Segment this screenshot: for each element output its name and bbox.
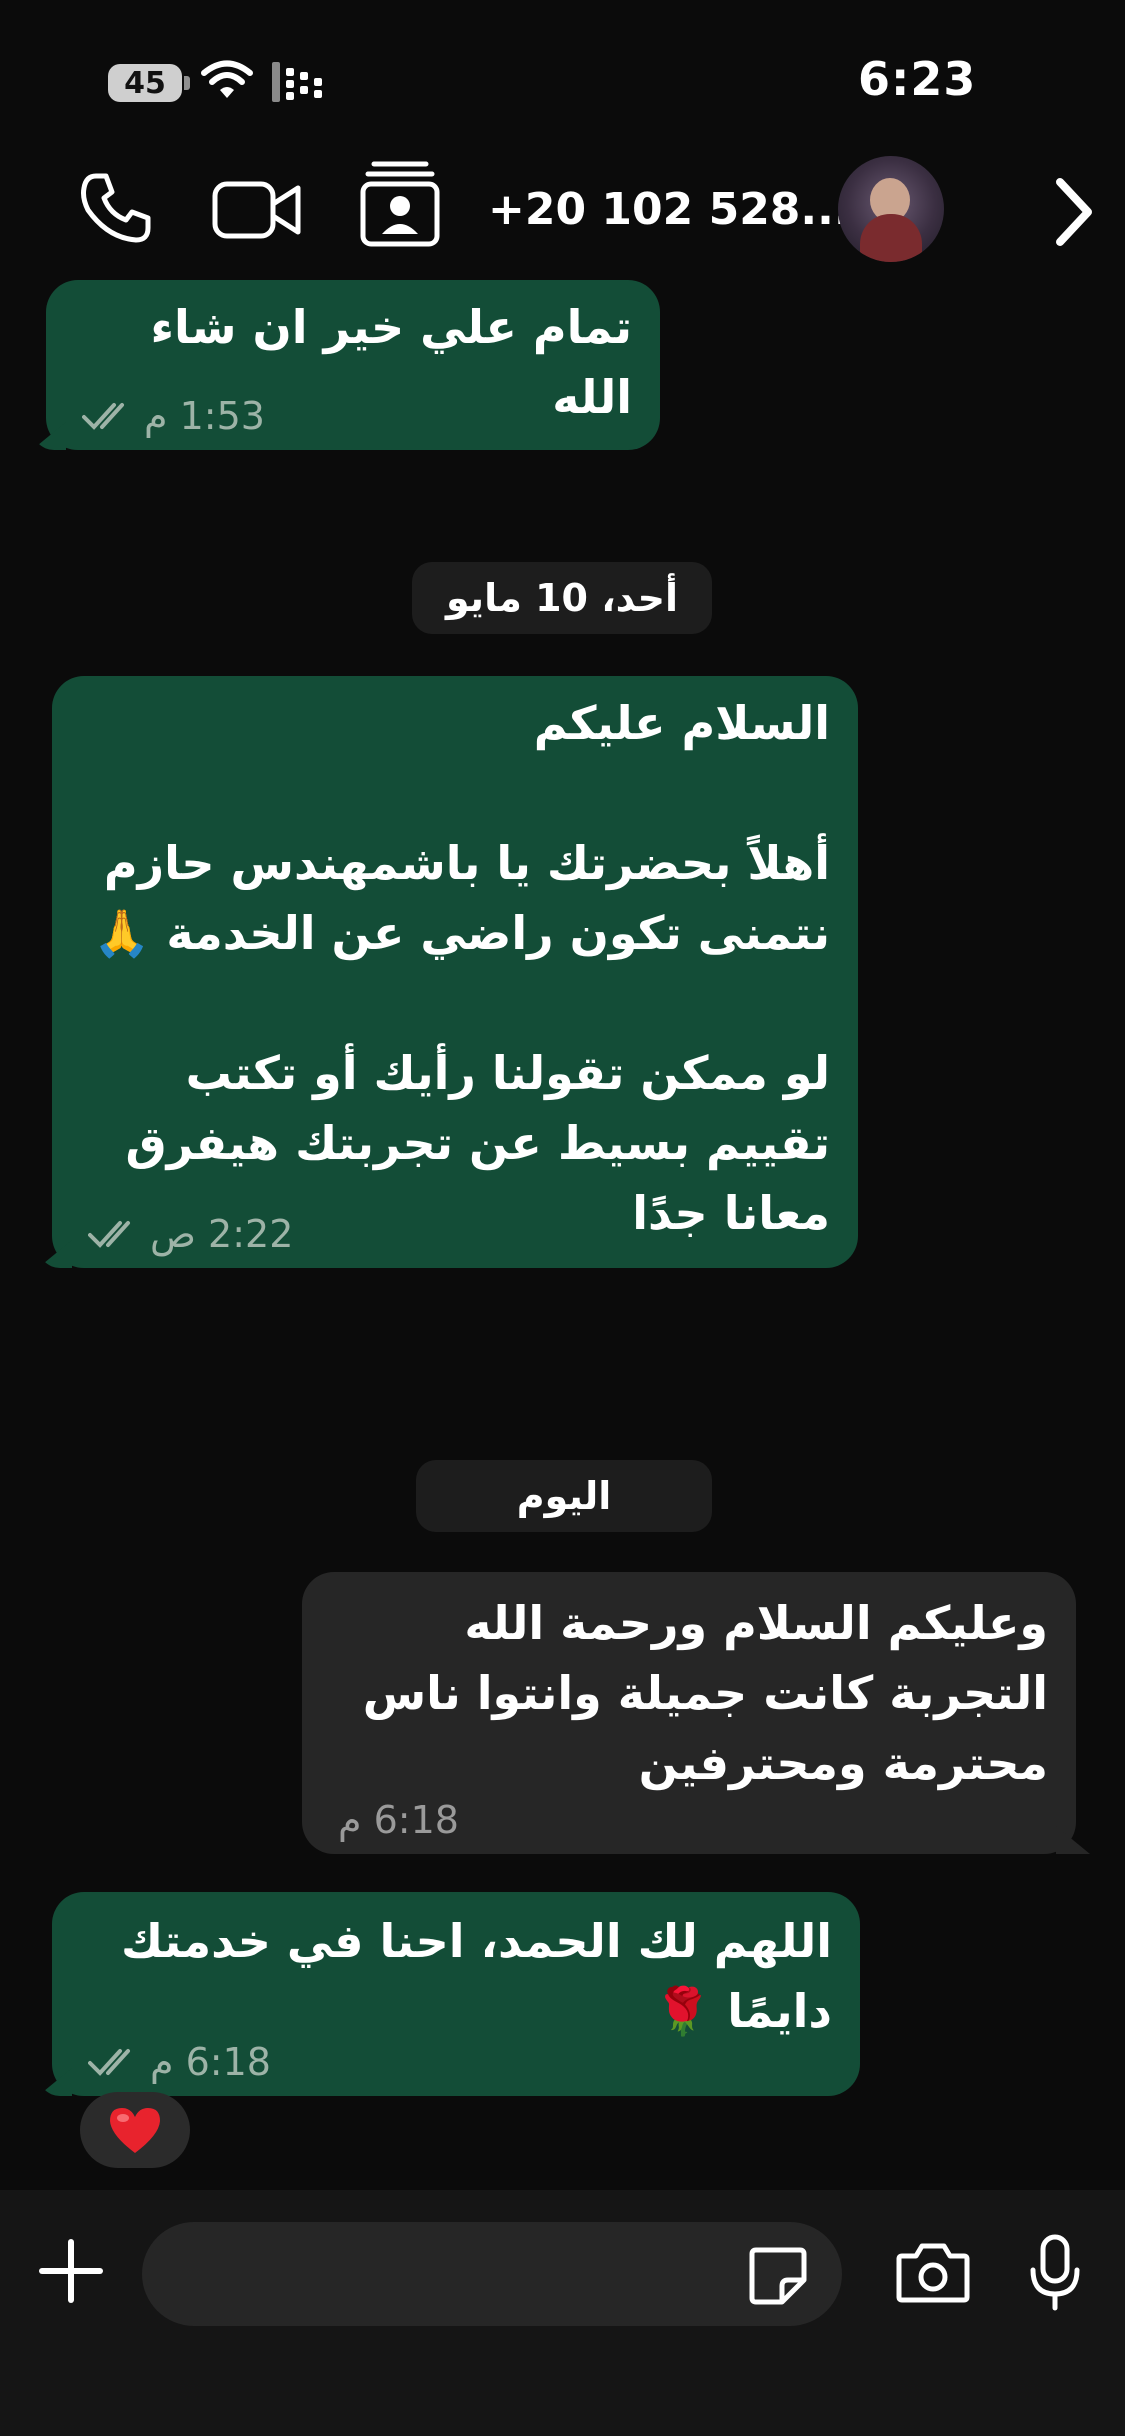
contact-card-icon[interactable] bbox=[360, 160, 440, 248]
message-text: السلام عليكم أهلاً بحضرتك يا باشمهندس حا… bbox=[93, 696, 830, 1240]
date-label: أحد، 10 مايو bbox=[445, 576, 679, 620]
incoming-message[interactable]: اللهم لك الحمد، احنا في خدمتك دايمًا 🌹 6… bbox=[52, 1892, 860, 2096]
attach-plus-icon[interactable] bbox=[38, 2238, 104, 2304]
message-meta: 6:18 م bbox=[88, 2042, 271, 2082]
date-label: اليوم bbox=[516, 1474, 612, 1518]
message-input-bar bbox=[0, 2190, 1125, 2436]
battery-indicator: 45 bbox=[108, 64, 190, 102]
message-time: 6:18 م bbox=[338, 1798, 459, 1842]
incoming-message[interactable]: تمام علي خير ان شاء الله 1:53 م bbox=[46, 280, 660, 450]
sticker-icon[interactable] bbox=[748, 2246, 808, 2306]
message-meta: 2:22 ص bbox=[88, 1214, 293, 1254]
battery-level: 45 bbox=[124, 65, 166, 101]
microphone-icon[interactable] bbox=[1028, 2234, 1082, 2314]
camera-icon[interactable] bbox=[896, 2242, 970, 2304]
contact-name[interactable]: +20 102 528... bbox=[488, 184, 851, 235]
video-camera-icon[interactable] bbox=[212, 178, 304, 242]
double-check-icon bbox=[82, 403, 124, 430]
message-list[interactable]: تمام علي خير ان شاء الله 1:53 م أحد، 10 … bbox=[0, 278, 1125, 2190]
wifi-icon bbox=[201, 60, 253, 98]
message-time: 2:22 ص bbox=[150, 1212, 294, 1256]
message-input[interactable] bbox=[142, 2222, 842, 2326]
double-check-icon bbox=[88, 2049, 130, 2076]
phone-icon[interactable] bbox=[78, 170, 154, 246]
date-separator: أحد، 10 مايو bbox=[412, 562, 712, 634]
status-time: 6:23 bbox=[858, 52, 977, 106]
message-time: 6:18 م bbox=[150, 2040, 271, 2084]
outgoing-message[interactable]: وعليكم السلام ورحمة الله التجربة كانت جم… bbox=[302, 1572, 1076, 1854]
message-meta: 6:18 م bbox=[338, 1800, 459, 1840]
message-reaction[interactable] bbox=[80, 2092, 190, 2168]
double-check-icon bbox=[88, 1221, 130, 1248]
chat-header: +20 102 528... bbox=[0, 150, 1125, 278]
heart-icon bbox=[110, 2108, 160, 2153]
incoming-message[interactable]: السلام عليكم أهلاً بحضرتك يا باشمهندس حا… bbox=[52, 676, 858, 1268]
chevron-right-icon[interactable] bbox=[1052, 176, 1096, 248]
message-time: 1:53 م bbox=[144, 394, 265, 438]
status-bar: 45 6:23 bbox=[0, 0, 1125, 150]
message-text: اللهم لك الحمد، احنا في خدمتك دايمًا 🌹 bbox=[121, 1914, 832, 2038]
date-separator: اليوم bbox=[416, 1460, 712, 1532]
contact-avatar[interactable] bbox=[838, 156, 944, 262]
message-text: وعليكم السلام ورحمة الله التجربة كانت جم… bbox=[362, 1596, 1048, 1790]
message-meta: 1:53 م bbox=[82, 396, 265, 436]
cellular-signal-icon bbox=[272, 62, 322, 102]
